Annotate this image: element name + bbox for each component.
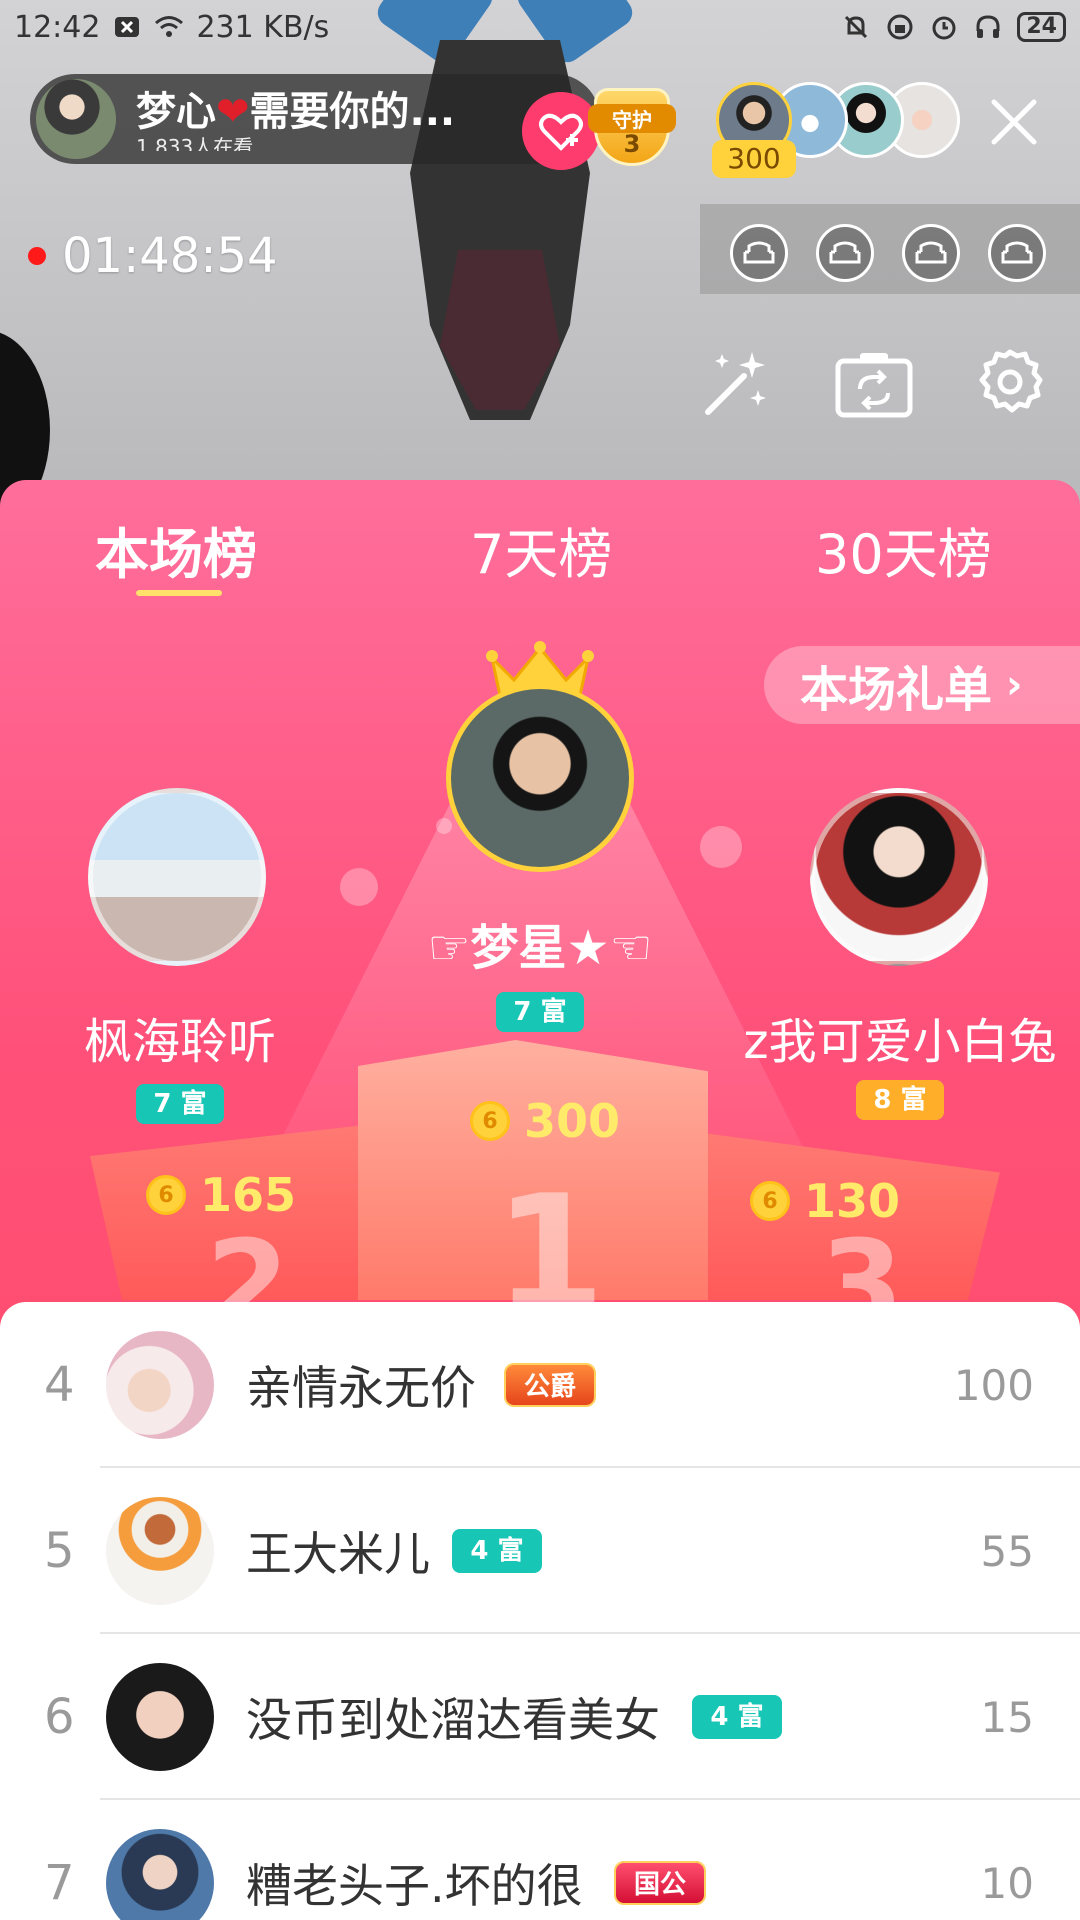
list-avatar[interactable]: [106, 1331, 214, 1439]
list-item[interactable]: 5 王大米儿 4 富 55: [0, 1468, 1080, 1634]
top-audience-score: 300: [712, 140, 796, 178]
close-button[interactable]: [984, 92, 1044, 152]
list-item[interactable]: 7 糟老头子.坏的很 国公 10: [0, 1800, 1080, 1920]
seat-sofa-icon[interactable]: [730, 224, 788, 282]
rank-1-rich-badge: 7 富: [496, 992, 584, 1032]
recording-dot-icon: [28, 247, 46, 265]
coin-icon: 6: [146, 1175, 186, 1215]
gear-icon: [979, 349, 1043, 413]
magic-wand-icon: [705, 352, 766, 415]
alarm-icon: [929, 12, 959, 42]
list-value: 55: [980, 1526, 1034, 1576]
session-gift-list-button[interactable]: 本场礼单 ›: [764, 646, 1080, 724]
network-speed: 231 KB/s: [196, 9, 330, 45]
host-name: 梦心❤需要你的...: [136, 87, 455, 137]
heart-plus-icon: [539, 113, 583, 151]
host-name-suffix: 需要你的...: [249, 89, 456, 135]
list-name: 亲情永无价: [246, 1361, 476, 1415]
list-rank: 5: [44, 1523, 75, 1579]
live-duration: 01:48:54: [62, 228, 278, 284]
rank-2-name[interactable]: 枫海聆听: [40, 1002, 320, 1072]
rank-1-coin-value: 300: [524, 1094, 621, 1148]
host-avatar[interactable]: [36, 79, 116, 159]
rank-1-avatar[interactable]: [446, 684, 634, 872]
coin-icon: 6: [750, 1181, 790, 1221]
decorative-bubble: [436, 818, 452, 834]
live-timer: 01:48:54: [28, 228, 278, 284]
list-avatar[interactable]: [106, 1663, 214, 1771]
tab-current-session[interactable]: 本场榜: [95, 510, 257, 589]
rank-3-coin-value: 130: [804, 1174, 901, 1228]
viewer-count: 1,833人在看: [136, 137, 254, 151]
beauty-magic-wand-button[interactable]: [696, 344, 776, 424]
mute-bell-icon: [841, 12, 871, 42]
ranking-list: 4 亲情永无价 公爵 100 5 王大米儿 4 富 55 6 没币到处溜达看美女…: [0, 1302, 1080, 1920]
host-name-text: 梦心: [136, 89, 216, 135]
seat-sofa-icon[interactable]: [902, 224, 960, 282]
guest-seat-bar: [700, 204, 1080, 294]
noble-title-badge: 国公: [614, 1861, 706, 1905]
rank-2-coin-value: 165: [200, 1168, 297, 1222]
decorative-bubble: [700, 826, 742, 868]
rank-2-rich-badge: 7 富: [136, 1084, 224, 1124]
rank-2-avatar[interactable]: [88, 788, 266, 966]
rich-level-badge: 4 富: [452, 1529, 542, 1573]
host-info-pill[interactable]: 梦心❤需要你的... 1,833人在看: [30, 74, 600, 164]
rank-3-coins: 6 130: [750, 1174, 900, 1228]
flip-camera-button[interactable]: [834, 344, 914, 424]
tab-7-days[interactable]: 7天榜: [470, 510, 612, 589]
rank-2-coins: 6 165: [146, 1168, 296, 1222]
ranking-tabs: 本场榜 7天榜 30天榜: [0, 480, 1080, 600]
flip-camera-icon: [835, 353, 913, 418]
decorative-bubble: [340, 868, 378, 906]
notification-x-icon: [112, 12, 142, 42]
battery-indicator: 24: [1017, 12, 1066, 42]
seat-sofa-icon[interactable]: [988, 224, 1046, 282]
list-name: 王大米儿: [246, 1527, 430, 1581]
rank-1-coins: 6 300: [470, 1094, 620, 1148]
status-bar: 12:42 231 KB/s 24: [0, 0, 1080, 54]
settings-button[interactable]: [970, 344, 1050, 424]
list-value: 15: [980, 1692, 1034, 1742]
list-value: 10: [980, 1858, 1034, 1908]
guard-count: 3: [623, 130, 641, 158]
rank-1-name[interactable]: ☞梦星★☜: [396, 908, 684, 978]
wifi-icon: [154, 12, 184, 42]
list-item[interactable]: 4 亲情永无价 公爵 100: [0, 1302, 1080, 1468]
seat-sofa-icon[interactable]: [816, 224, 874, 282]
list-value: 100: [953, 1360, 1034, 1410]
guard-badge[interactable]: 守护 3: [588, 80, 676, 170]
heart-icon: ❤: [216, 89, 250, 135]
close-icon: [991, 99, 1037, 145]
chevron-right-icon: ›: [1006, 662, 1023, 708]
list-avatar[interactable]: [106, 1829, 214, 1920]
gift-list-label: 本场礼单: [800, 662, 993, 718]
active-tab-indicator: [136, 590, 222, 596]
list-rank: 7: [44, 1855, 75, 1911]
rotation-lock-icon: [885, 12, 915, 42]
coin-icon: 6: [470, 1101, 510, 1141]
headphones-icon: [973, 12, 1003, 42]
list-avatar[interactable]: [106, 1497, 214, 1605]
list-item[interactable]: 6 没币到处溜达看美女 4 富 15: [0, 1634, 1080, 1800]
tab-30-days[interactable]: 30天榜: [815, 510, 992, 589]
rich-level-badge: 4 富: [692, 1695, 782, 1739]
guard-title: 守护: [588, 104, 676, 133]
list-rank: 6: [44, 1689, 75, 1745]
list-name: 没币到处溜达看美女: [246, 1693, 660, 1747]
list-rank: 4: [44, 1357, 75, 1413]
noble-title-badge: 公爵: [504, 1363, 596, 1407]
rank-3-rich-badge: 8 富: [856, 1080, 944, 1120]
list-name: 糟老头子.坏的很: [246, 1859, 583, 1913]
rank-3-avatar[interactable]: [810, 788, 988, 966]
rank-3-name[interactable]: z我可爱小白兔: [740, 1002, 1060, 1072]
status-time: 12:42: [14, 9, 101, 45]
